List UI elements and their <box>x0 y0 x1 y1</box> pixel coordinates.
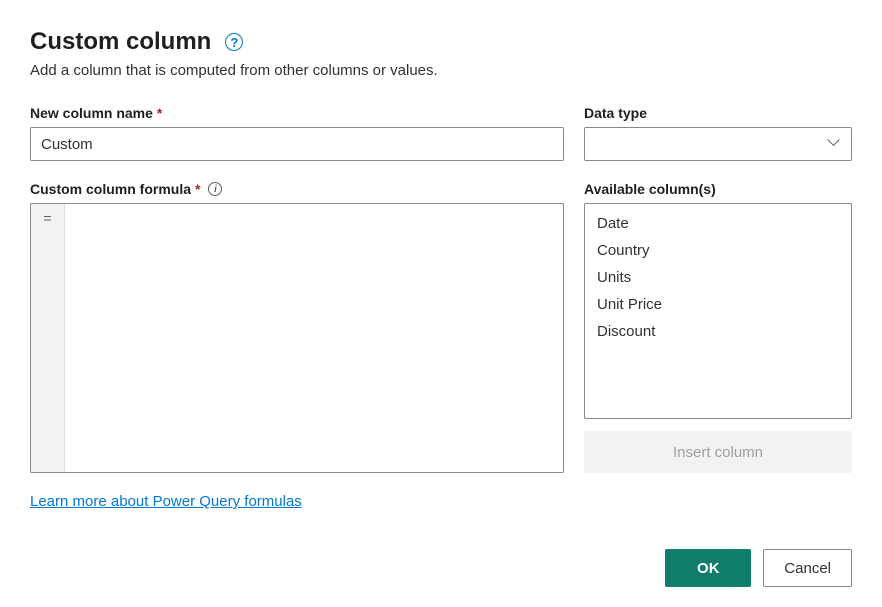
chevron-down-icon <box>829 138 841 150</box>
data-type-field: Data type <box>584 105 852 161</box>
available-columns-label: Available column(s) <box>584 181 852 197</box>
formula-section: Custom column formula * i = Learn more a… <box>30 181 564 511</box>
list-item[interactable]: Country <box>585 237 851 264</box>
ok-button[interactable]: OK <box>665 549 751 587</box>
dialog-header: Custom column ? <box>30 28 852 56</box>
data-type-label: Data type <box>584 105 852 121</box>
data-type-label-text: Data type <box>584 105 647 121</box>
list-item[interactable]: Units <box>585 264 851 291</box>
dialog-title: Custom column <box>30 28 211 56</box>
column-name-input[interactable] <box>30 127 564 161</box>
insert-column-button[interactable]: Insert column <box>584 431 852 473</box>
available-columns-label-text: Available column(s) <box>584 181 716 197</box>
cancel-button[interactable]: Cancel <box>763 549 852 587</box>
formula-gutter: = <box>31 204 65 472</box>
learn-more-link[interactable]: Learn more about Power Query formulas <box>30 493 302 510</box>
required-asterisk: * <box>157 105 162 121</box>
formula-editor[interactable]: = <box>30 203 564 473</box>
available-columns-section: Available column(s) Date Country Units U… <box>584 181 852 511</box>
data-type-dropdown[interactable] <box>584 127 852 161</box>
list-item[interactable]: Unit Price <box>585 291 851 318</box>
help-icon[interactable]: ? <box>225 33 243 51</box>
dialog-subtitle: Add a column that is computed from other… <box>30 62 852 79</box>
formula-label: Custom column formula * i <box>30 181 564 197</box>
required-asterisk: * <box>195 181 200 197</box>
formula-label-text: Custom column formula <box>30 181 191 197</box>
dialog-footer: OK Cancel <box>30 549 852 587</box>
column-name-field: New column name * <box>30 105 564 161</box>
available-columns-list[interactable]: Date Country Units Unit Price Discount <box>584 203 852 419</box>
info-icon[interactable]: i <box>208 182 222 196</box>
top-fields-row: New column name * Data type <box>30 105 852 161</box>
column-name-label: New column name * <box>30 105 564 121</box>
formula-row: Custom column formula * i = Learn more a… <box>30 181 852 511</box>
list-item[interactable]: Date <box>585 210 851 237</box>
list-item[interactable]: Discount <box>585 318 851 345</box>
formula-content[interactable] <box>65 204 563 472</box>
column-name-label-text: New column name <box>30 105 153 121</box>
